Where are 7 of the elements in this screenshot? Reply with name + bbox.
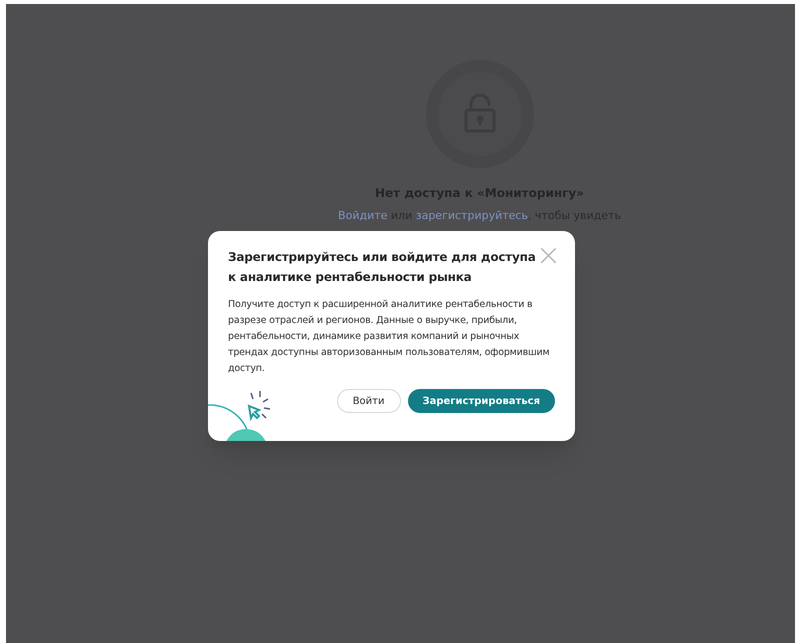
prompt-link[interactable]: зарегистрируйтесь (416, 209, 528, 222)
prompt-link[interactable]: Войдите (338, 209, 388, 222)
dialog-body: Получите доступ к расширенной аналитике рентабельности в разрезе отраслей и регионов. Данные о выручке, прибыли, рентабельности, динамике развития компаний и рыночных трендах доступны авторизованным пользователям, оформившим доступ. (228, 298, 550, 376)
close-button[interactable]: × (536, 245, 561, 267)
dialog-title: Зарегистрируйтесь или войдите для доступа к аналитике рентабельности рынка (228, 249, 536, 286)
register-button[interactable]: Зарегистрироваться (408, 389, 555, 413)
login-button[interactable]: Войти (336, 389, 400, 413)
